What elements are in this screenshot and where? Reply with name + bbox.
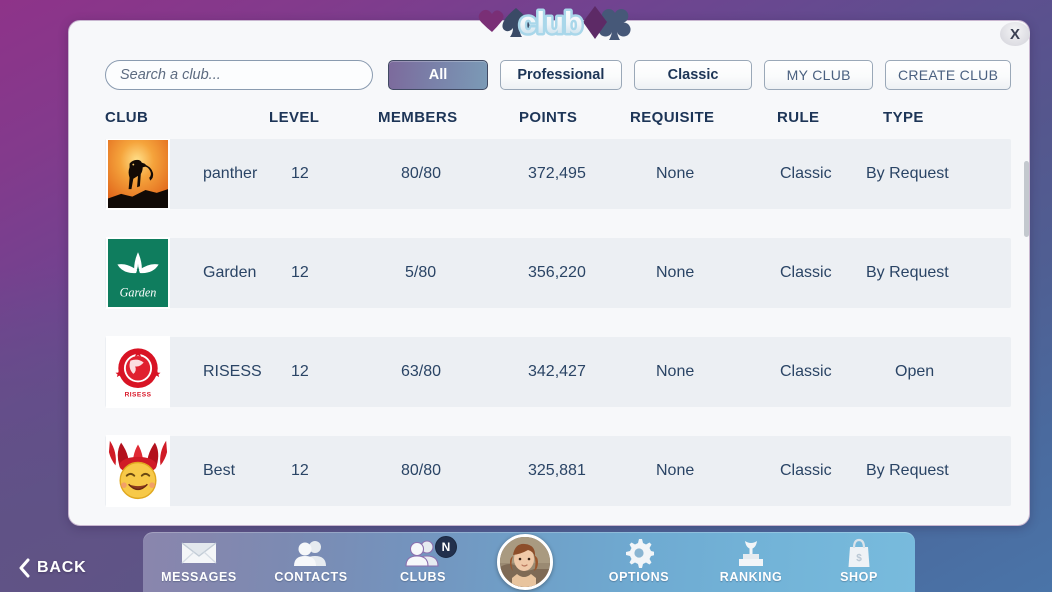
nav-label-contacts: CONTACTS <box>274 570 348 584</box>
nav-label-options: OPTIONS <box>608 570 670 584</box>
cell-rule: Classic <box>780 462 832 479</box>
trophy-icon <box>734 538 768 568</box>
cell-club: Garden <box>203 264 257 281</box>
table-row[interactable]: panther 12 80/80 372,495 None Classic By… <box>105 139 1011 210</box>
nav-item-shop[interactable]: $ SHOP <box>803 538 915 592</box>
nav-item-options[interactable]: OPTIONS <box>583 538 695 592</box>
nav-label-clubs: CLUBS <box>399 570 447 584</box>
table-row[interactable]: RISESS RISESS 12 63/80 342,427 None Clas… <box>105 336 1011 408</box>
scrollbar-thumb[interactable] <box>1024 161 1029 237</box>
nav-label-shop: SHOP <box>840 570 878 584</box>
back-button[interactable]: BACK <box>18 558 86 578</box>
filter-button-classic[interactable]: Classic <box>633 60 753 90</box>
club-avatar <box>106 139 170 210</box>
envelope-icon <box>179 538 219 568</box>
cell-club: panther <box>203 165 258 182</box>
my-club-button[interactable]: MY CLUB <box>764 60 874 90</box>
column-header-rule: RULE <box>777 109 820 126</box>
create-club-button[interactable]: CREATE CLUB <box>885 60 1011 90</box>
cell-level: 12 <box>291 363 309 380</box>
cell-requisite: None <box>656 363 695 380</box>
gear-icon <box>624 538 654 568</box>
svg-text:Garden: Garden <box>120 286 157 300</box>
search-input[interactable] <box>105 60 374 90</box>
cell-requisite: None <box>656 462 695 479</box>
cell-club: RISESS <box>203 363 262 380</box>
table-row[interactable]: Garden Garden 12 5/80 356,220 None Class… <box>105 237 1011 309</box>
column-header-club: CLUB <box>105 109 149 126</box>
cell-requisite: None <box>656 264 695 281</box>
shopping-bag-icon: $ <box>845 538 873 568</box>
nav-label-messages: MESSAGES <box>161 570 237 584</box>
cell-points: 372,495 <box>528 165 586 182</box>
nav-label-ranking: RANKING <box>719 570 783 584</box>
nav-item-messages[interactable]: MESSAGES <box>143 538 255 592</box>
cell-rule: Classic <box>780 264 832 281</box>
filter-toolbar: All Professional Classic MY CLUB CREATE … <box>105 59 1011 91</box>
column-header-type: TYPE <box>883 109 924 126</box>
cell-points: 325,881 <box>528 462 586 479</box>
cell-type: By Request <box>866 165 949 182</box>
cell-points: 342,427 <box>528 363 586 380</box>
cell-rule: Classic <box>780 363 832 380</box>
clubs-notification-badge: N <box>435 536 457 558</box>
cell-club: Best <box>203 462 236 479</box>
cell-type: By Request <box>866 462 949 479</box>
svg-text:RISESS: RISESS <box>125 392 152 399</box>
cell-type: By Request <box>866 264 949 281</box>
chevron-left-icon <box>19 558 30 578</box>
svg-text:$: $ <box>856 553 862 564</box>
table-row[interactable]: Best 12 80/80 325,881 None Classic By Re… <box>105 435 1011 507</box>
close-icon[interactable]: X <box>1000 22 1030 46</box>
back-label: BACK <box>37 559 87 576</box>
cell-level: 12 <box>291 462 309 479</box>
club-avatar: Garden <box>106 237 170 309</box>
column-header-points: POINTS <box>519 109 578 126</box>
filter-button-professional[interactable]: Professional <box>499 60 622 90</box>
cell-points: 356,220 <box>528 264 586 281</box>
filter-button-all[interactable]: All <box>388 60 488 90</box>
cell-members: 5/80 <box>405 264 437 281</box>
table-header: CLUB LEVEL MEMBERS POINTS REQUISITE RULE… <box>105 109 1011 137</box>
nav-item-clubs[interactable]: N CLUBS <box>367 536 479 592</box>
cell-level: 12 <box>291 264 309 281</box>
nav-item-ranking[interactable]: RANKING <box>695 538 807 592</box>
cell-members: 80/80 <box>401 165 442 182</box>
cell-members: 80/80 <box>401 462 442 479</box>
cell-level: 12 <box>291 165 309 182</box>
cell-members: 63/80 <box>401 363 442 380</box>
club-avatar: RISESS <box>106 336 170 408</box>
column-header-requisite: REQUISITE <box>630 109 715 126</box>
avatar[interactable] <box>497 534 553 590</box>
cell-rule: Classic <box>780 165 832 182</box>
club-list-scrollbar[interactable] <box>1024 139 1029 511</box>
club-list[interactable]: panther 12 80/80 372,495 None Classic By… <box>105 139 1011 511</box>
contacts-icon <box>290 538 332 568</box>
club-list-panel: All Professional Classic MY CLUB CREATE … <box>68 20 1030 526</box>
cell-requisite: None <box>656 165 695 182</box>
cell-type: Open <box>895 363 935 380</box>
column-header-level: LEVEL <box>269 109 320 126</box>
column-header-members: MEMBERS <box>378 109 458 126</box>
nav-item-contacts[interactable]: CONTACTS <box>255 538 367 592</box>
club-avatar <box>106 435 170 507</box>
